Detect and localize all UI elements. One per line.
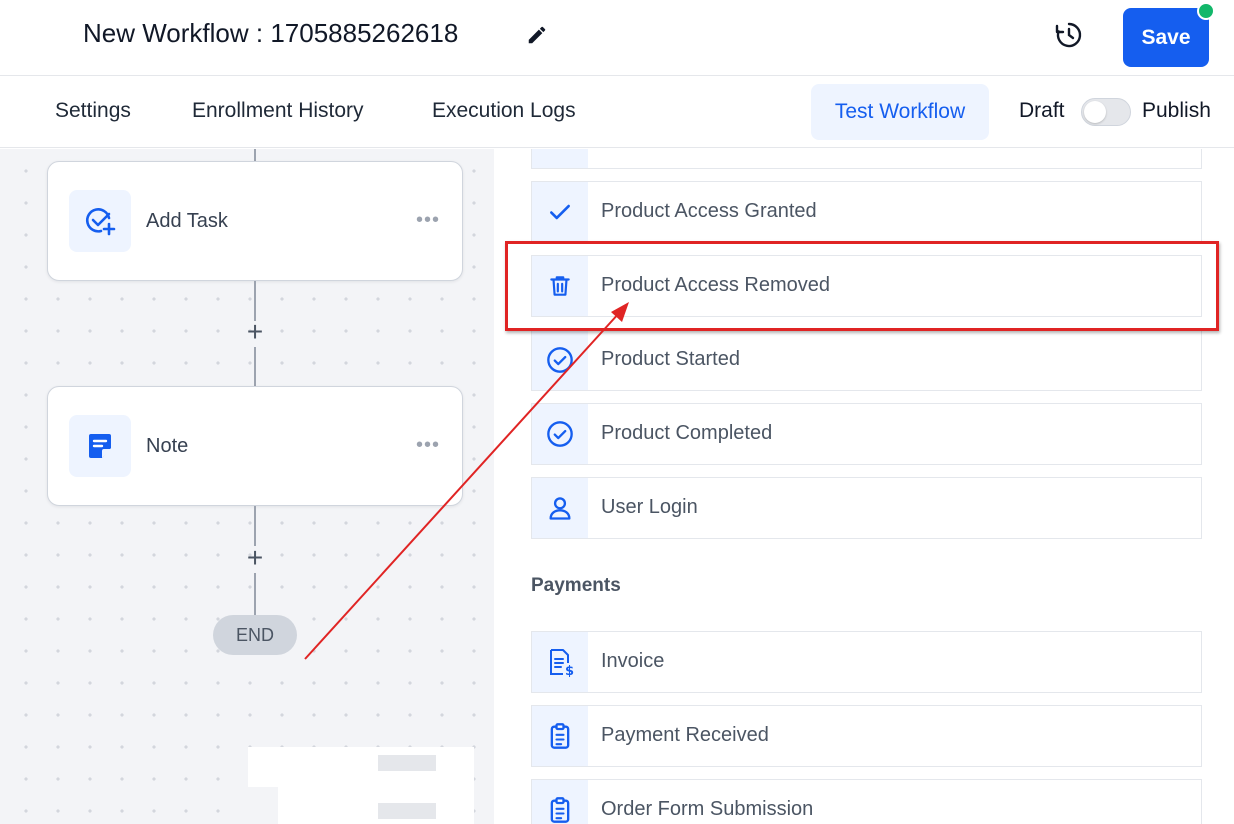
- top-bar: New Workflow : 1705885262618 Save: [0, 0, 1234, 76]
- trash-icon: [532, 256, 588, 316]
- connector-line: [254, 573, 256, 615]
- trigger-product-access-removed[interactable]: Product Access Removed: [531, 255, 1202, 317]
- trigger-label: Product Started: [601, 348, 740, 370]
- draft-label: Draft: [1019, 99, 1065, 122]
- nav-bar: Settings Enrollment History Execution Lo…: [0, 76, 1234, 148]
- publish-label: Publish: [1142, 99, 1211, 122]
- clipboard-icon: [532, 706, 588, 766]
- node-add-task[interactable]: Add Task •••: [47, 161, 463, 281]
- trigger-payment-received[interactable]: Payment Received: [531, 705, 1202, 767]
- publish-toggle[interactable]: [1081, 98, 1131, 126]
- check-icon: [532, 182, 588, 242]
- clipboard-icon: [532, 780, 588, 824]
- trigger-label: Payment Received: [601, 724, 769, 746]
- node-note[interactable]: Note •••: [47, 386, 463, 506]
- tab-execution-logs[interactable]: Execution Logs: [432, 99, 576, 123]
- check-circle-icon: [532, 404, 588, 464]
- connector-line: [254, 506, 256, 546]
- save-button[interactable]: Save: [1123, 8, 1209, 67]
- more-icon[interactable]: •••: [416, 210, 440, 230]
- trigger-label: User Login: [601, 496, 698, 518]
- star-icon: [532, 149, 588, 168]
- add-step-plus-icon[interactable]: +: [243, 318, 267, 346]
- connector-line: [254, 149, 256, 161]
- svg-text:$: $: [565, 664, 574, 677]
- trigger-item[interactable]: [531, 149, 1202, 169]
- status-dot: [1197, 2, 1215, 20]
- node-label: Note: [146, 435, 189, 457]
- tab-enrollment-history[interactable]: Enrollment History: [192, 99, 364, 123]
- add-step-plus-icon[interactable]: +: [243, 544, 267, 572]
- user-icon: [532, 478, 588, 538]
- trigger-label: Order Form Submission: [601, 798, 814, 820]
- invoice-icon: $: [532, 632, 588, 692]
- trigger-product-started[interactable]: Product Started: [531, 329, 1202, 391]
- end-node: END: [213, 615, 297, 655]
- note-icon: [69, 415, 131, 477]
- trigger-order-form-submission[interactable]: Order Form Submission: [531, 779, 1202, 824]
- toggle-knob: [1084, 101, 1106, 123]
- history-icon[interactable]: [1054, 20, 1084, 50]
- redacted-bar: [378, 755, 436, 771]
- redacted-bar: [378, 803, 436, 819]
- connector-line: [254, 281, 256, 321]
- trigger-label: Product Access Removed: [601, 274, 830, 296]
- trigger-label: Invoice: [601, 650, 665, 672]
- trigger-user-login[interactable]: User Login: [531, 477, 1202, 539]
- redacted-bar: [248, 787, 278, 824]
- tab-settings[interactable]: Settings: [55, 99, 131, 123]
- node-label: Add Task: [146, 210, 228, 232]
- pencil-icon[interactable]: [526, 24, 548, 46]
- trigger-label: Product Completed: [601, 422, 773, 444]
- trigger-panel: Product Access Granted Product Access Re…: [494, 149, 1234, 824]
- trigger-invoice[interactable]: $ Invoice: [531, 631, 1202, 693]
- task-add-icon: [69, 190, 131, 252]
- check-circle-icon: [532, 330, 588, 390]
- workflow-canvas[interactable]: Add Task ••• + Note ••• + END: [0, 149, 494, 824]
- trigger-product-completed[interactable]: Product Completed: [531, 403, 1202, 465]
- trigger-product-access-granted[interactable]: Product Access Granted: [531, 181, 1202, 243]
- redacted-area: [248, 747, 474, 824]
- trigger-label: Product Access Granted: [601, 200, 817, 222]
- test-workflow-button[interactable]: Test Workflow: [811, 84, 989, 140]
- more-icon[interactable]: •••: [416, 435, 440, 455]
- workflow-title: New Workflow : 1705885262618: [83, 18, 459, 48]
- section-title-payments: Payments: [531, 575, 621, 596]
- connector-line: [254, 347, 256, 387]
